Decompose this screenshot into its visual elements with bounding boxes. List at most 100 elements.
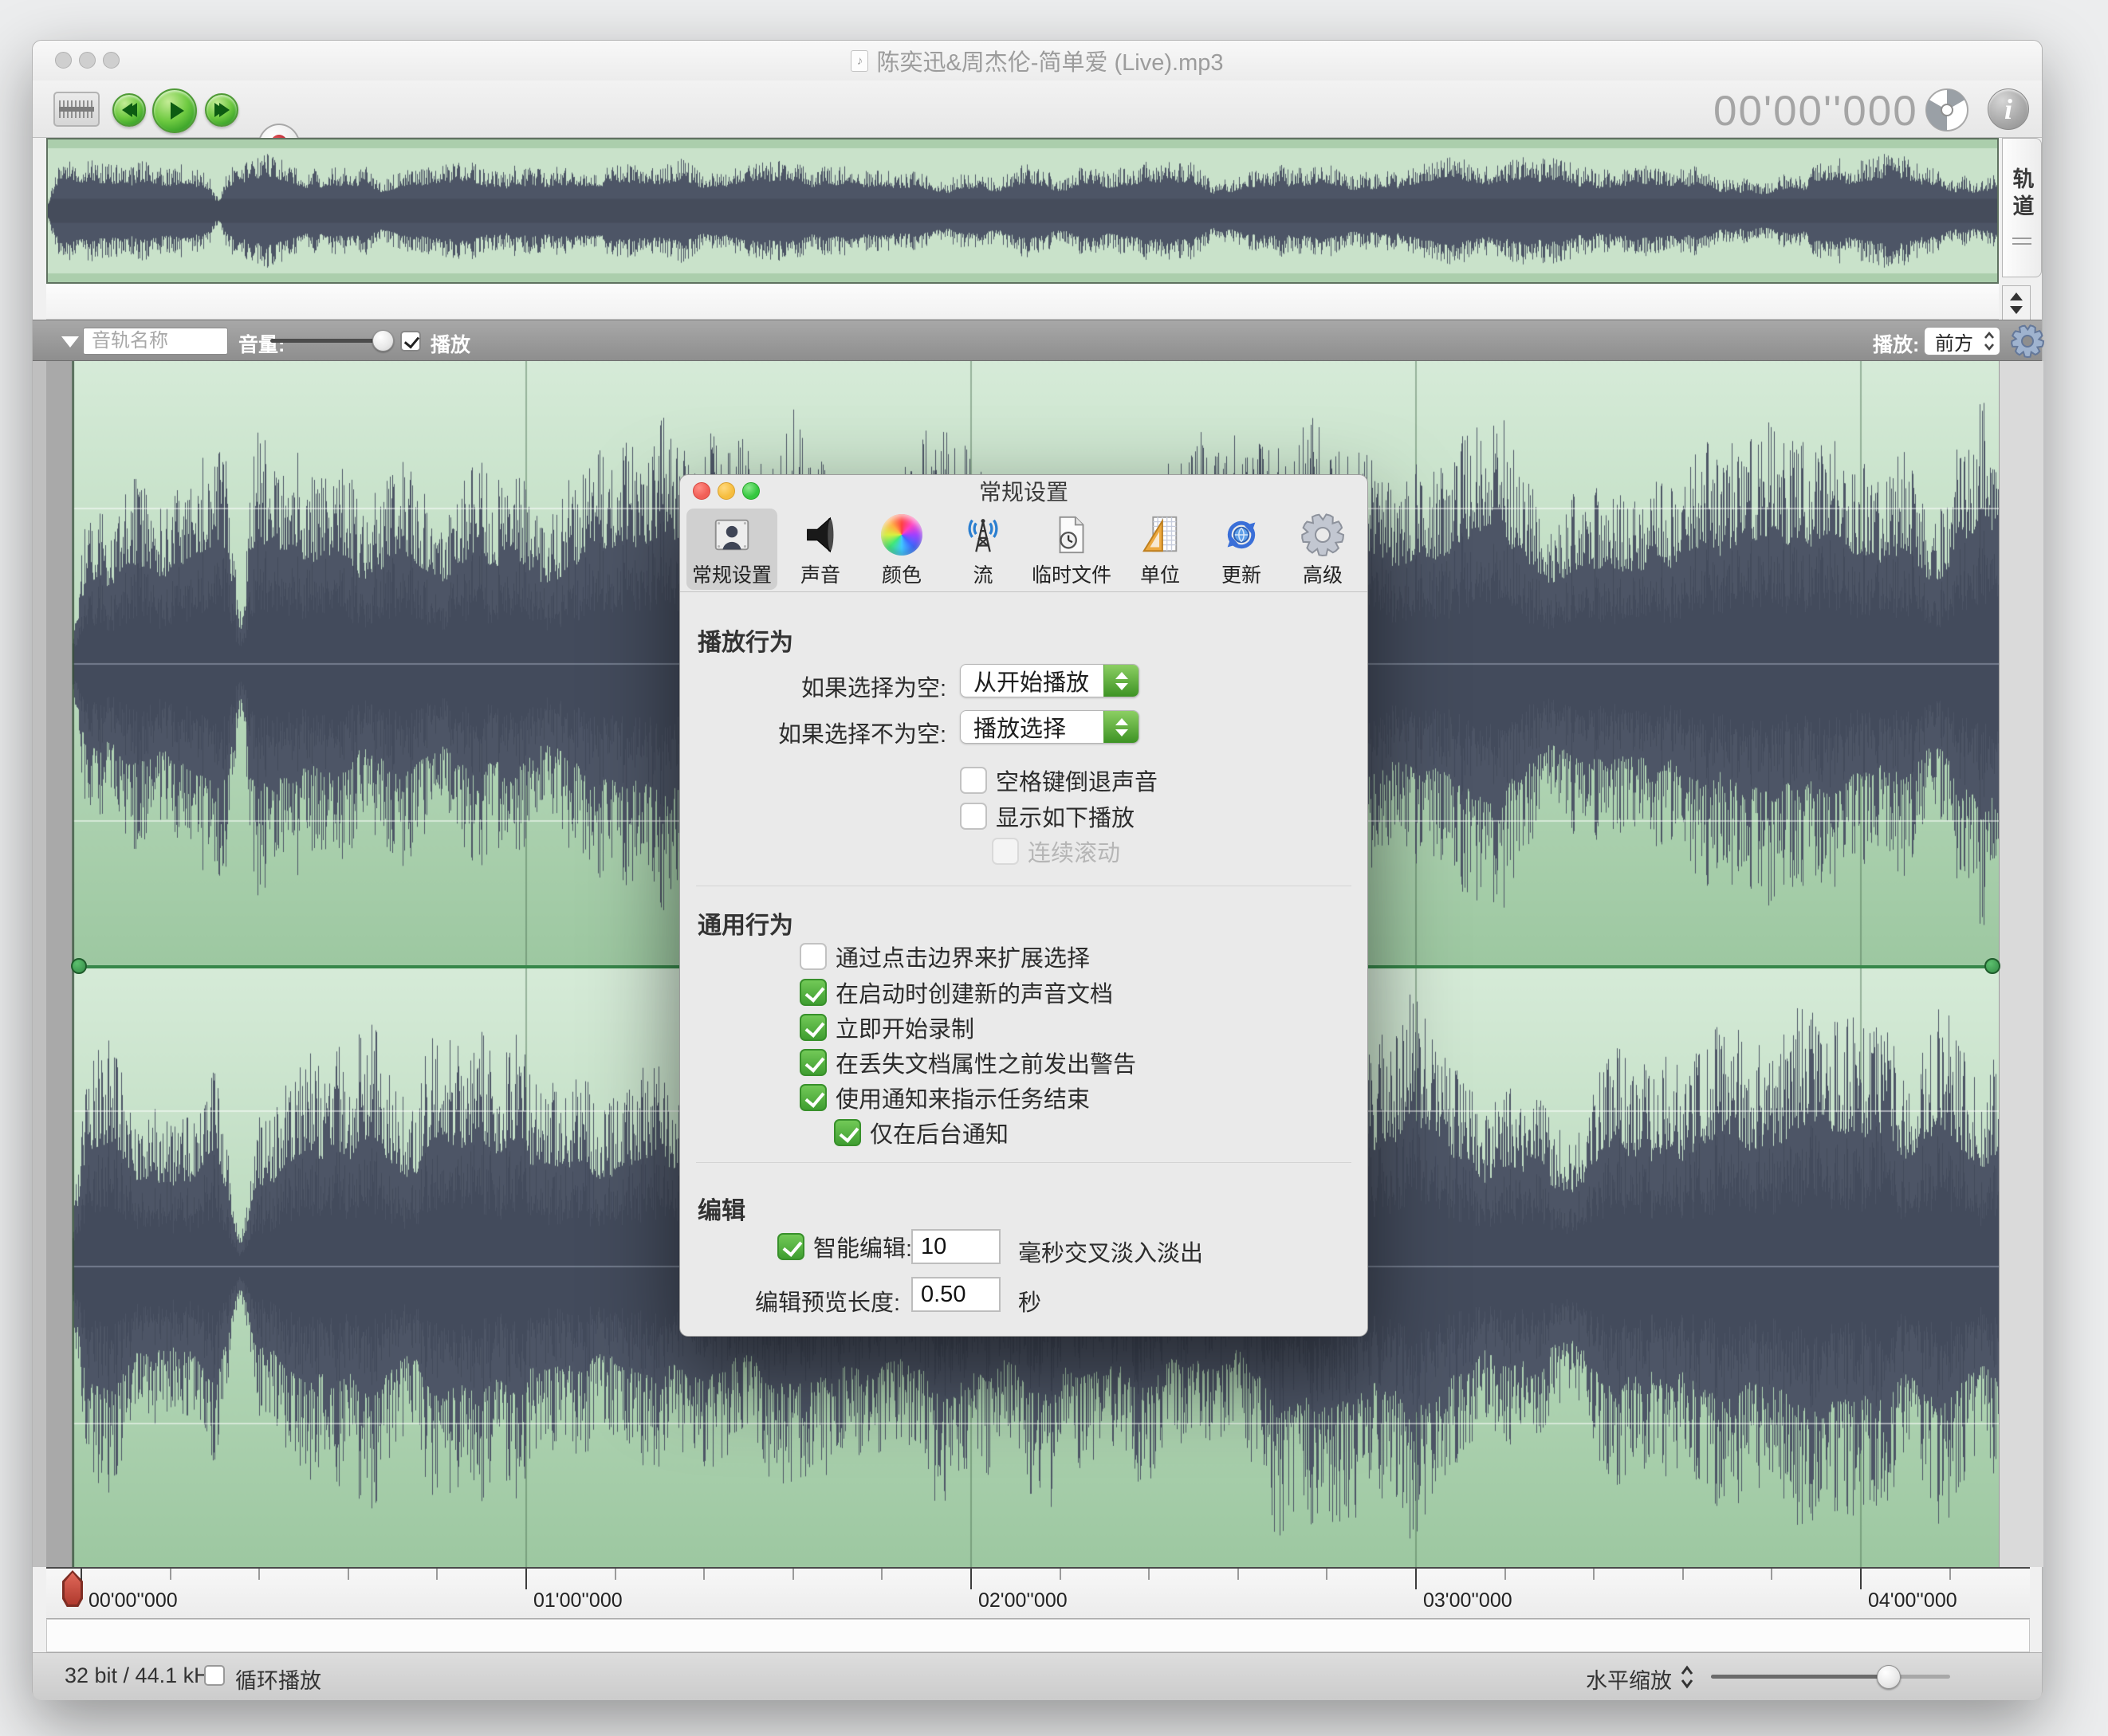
pref-tab-general[interactable]: 常规设置	[686, 509, 777, 590]
track-play-checkbox[interactable]	[400, 331, 421, 352]
background-notify-checkbox[interactable]	[834, 1119, 861, 1146]
cd-burn-icon[interactable]	[1924, 87, 1970, 133]
time-display: 00'00''000	[1713, 87, 1918, 136]
checkbox-row-start-recording[interactable]: 立即开始录制	[800, 1011, 974, 1043]
pref-tab-advanced[interactable]: 高级	[1284, 509, 1361, 590]
gear-icon	[1300, 512, 1346, 558]
background-notify-label: 仅在后台通知	[870, 1116, 1009, 1149]
window-titlebar[interactable]: ♪ 陈奕迅&周杰伦-简单爱 (Live).mp3	[33, 41, 2042, 81]
checkbox-row-new-document[interactable]: 在启动时创建新的声音文档	[800, 976, 1113, 1008]
envelope-handle-right[interactable]	[1984, 958, 2000, 974]
temp-file-clock-icon	[1048, 512, 1095, 558]
close-icon[interactable]	[55, 52, 72, 69]
horizontal-scrollbar[interactable]	[46, 1619, 2030, 1652]
popup-stepper-icon	[1103, 665, 1139, 697]
overview-waveform[interactable]	[46, 138, 1999, 284]
continuous-scroll-label: 连续滚动	[1028, 835, 1120, 868]
chevron-up-icon[interactable]	[2010, 293, 2023, 300]
play-icon	[171, 102, 184, 120]
show-playback-checkbox[interactable]	[960, 803, 987, 830]
ruler-label: 03'00''000	[1423, 1589, 1512, 1612]
fast-forward-button[interactable]	[205, 93, 238, 127]
pref-tab-units[interactable]: 单位	[1122, 509, 1198, 590]
speaker-icon	[797, 512, 844, 558]
popup-stepper-icon	[1103, 711, 1139, 743]
ruler-label: 00'00''000	[88, 1589, 178, 1612]
waveform-select-button[interactable]	[53, 92, 100, 127]
playback-direction-value: 前方	[1925, 328, 1984, 355]
horizontal-zoom-label: 水平缩放	[1586, 1663, 1672, 1695]
chevron-down-icon[interactable]	[2010, 306, 2023, 314]
new-document-checkbox[interactable]	[800, 979, 827, 1006]
window-title: 陈奕迅&周杰伦-简单爱 (Live).mp3	[876, 44, 1223, 77]
info-button[interactable]: i	[1988, 88, 2029, 130]
pref-tab-colors[interactable]: 颜色	[863, 509, 940, 590]
checkbox-row-notifications[interactable]: 使用通知来指示任务结束	[800, 1082, 1090, 1113]
show-playback-label: 显示如下播放	[996, 799, 1135, 833]
window-title-group: ♪ 陈奕迅&周杰伦-简单爱 (Live).mp3	[851, 44, 1223, 77]
preferences-dialog: 常规设置 常规设置	[679, 474, 1368, 1337]
notifications-checkbox[interactable]	[800, 1084, 827, 1111]
horizontal-zoom-slider[interactable]	[1711, 1675, 1950, 1679]
spacebar-rewind-label: 空格键倒退声音	[996, 764, 1158, 797]
update-sync-icon	[1218, 512, 1264, 558]
playback-direction-select[interactable]: 前方	[1924, 327, 2000, 355]
tracks-drawer-tab[interactable]: 轨道	[2002, 138, 2042, 277]
pref-tab-update[interactable]: 更新	[1203, 509, 1280, 590]
extend-selection-label: 通过点击边界来扩展选择	[836, 940, 1090, 973]
dialog-title: 常规设置	[979, 475, 1068, 507]
status-bar: 32 bit / 44.1 kHz 循环播放 水平缩放	[33, 1652, 2042, 1700]
ruler-label: 02'00''000	[978, 1589, 1068, 1612]
dialog-titlebar[interactable]: 常规设置	[680, 475, 1367, 507]
track-grip-icon[interactable]	[2012, 238, 2031, 249]
warn-properties-checkbox[interactable]	[800, 1049, 827, 1076]
overview-waveform-canvas[interactable]	[48, 139, 1997, 282]
checkbox-row-extend-selection[interactable]: 通过点击边界来扩展选择	[800, 941, 1090, 972]
track-name-input[interactable]	[83, 328, 228, 355]
section-header-general: 通用行为	[698, 905, 793, 941]
pref-tab-tempfiles[interactable]: 临时文件	[1026, 509, 1117, 590]
zoom-slider-thumb[interactable]	[1877, 1665, 1901, 1689]
preview-unit-label: 秒	[1018, 1284, 1041, 1318]
zoom-stepper-icon[interactable]	[1680, 1664, 1694, 1690]
loop-playback-checkbox[interactable]	[204, 1665, 225, 1686]
envelope-handle-left[interactable]	[71, 958, 87, 974]
volume-slider[interactable]	[270, 339, 391, 343]
start-recording-checkbox[interactable]	[800, 1014, 827, 1041]
loop-playback-label: 循环播放	[235, 1663, 321, 1695]
track-settings-gear-icon[interactable]	[2010, 324, 2045, 359]
checkbox-row-warn-properties[interactable]: 在丢失文档属性之前发出警告	[800, 1047, 1136, 1078]
track-left-gutter	[46, 361, 73, 1567]
desktop: ♪ 陈奕迅&周杰伦-简单爱 (Live).mp3	[0, 0, 2108, 1736]
start-recording-label: 立即开始录制	[836, 1011, 974, 1044]
dialog-zoom-icon[interactable]	[742, 482, 760, 500]
zoom-icon[interactable]	[103, 52, 120, 69]
preview-length-input[interactable]	[911, 1277, 1001, 1312]
checkbox-row-show-playback[interactable]: 显示如下播放	[960, 800, 1135, 832]
checkbox-row-spacebar[interactable]: 空格键倒退声音	[960, 764, 1158, 796]
pref-tab-sound[interactable]: 声音	[782, 509, 859, 590]
preview-length-label: 编辑预览长度:	[728, 1284, 900, 1318]
audio-format-text: 32 bit / 44.1 kHz	[65, 1663, 220, 1688]
overview-height-stepper[interactable]	[2002, 285, 2031, 320]
volume-slider-thumb[interactable]	[372, 330, 394, 352]
dialog-minimize-icon[interactable]	[718, 482, 735, 500]
smart-edit-checkbox[interactable]	[777, 1233, 804, 1260]
rewind-button[interactable]	[112, 93, 146, 127]
ruler-label: 01'00''000	[533, 1589, 623, 1612]
smart-edit-row[interactable]: 智能编辑:	[777, 1231, 912, 1263]
spacebar-rewind-checkbox[interactable]	[960, 767, 987, 794]
extend-selection-checkbox[interactable]	[800, 943, 827, 970]
checkbox-row-background-notify[interactable]: 仅在后台通知	[834, 1117, 1009, 1149]
play-button[interactable]	[152, 88, 197, 133]
nonempty-selection-select[interactable]: 播放选择	[960, 710, 1139, 744]
track-disclosure-icon[interactable]	[61, 336, 79, 348]
volume-label: 音量:	[238, 329, 285, 358]
timeline-ruler[interactable]: 00'00''000 01'00''000 02'00''000 03'00''…	[46, 1567, 2030, 1619]
smart-edit-ms-input[interactable]	[911, 1229, 1001, 1264]
continuous-scroll-checkbox	[992, 838, 1019, 865]
dialog-close-icon[interactable]	[693, 482, 710, 500]
empty-selection-select[interactable]: 从开始播放	[960, 664, 1139, 697]
pref-tab-stream[interactable]: 流	[945, 509, 1021, 590]
minimize-icon[interactable]	[79, 52, 96, 69]
